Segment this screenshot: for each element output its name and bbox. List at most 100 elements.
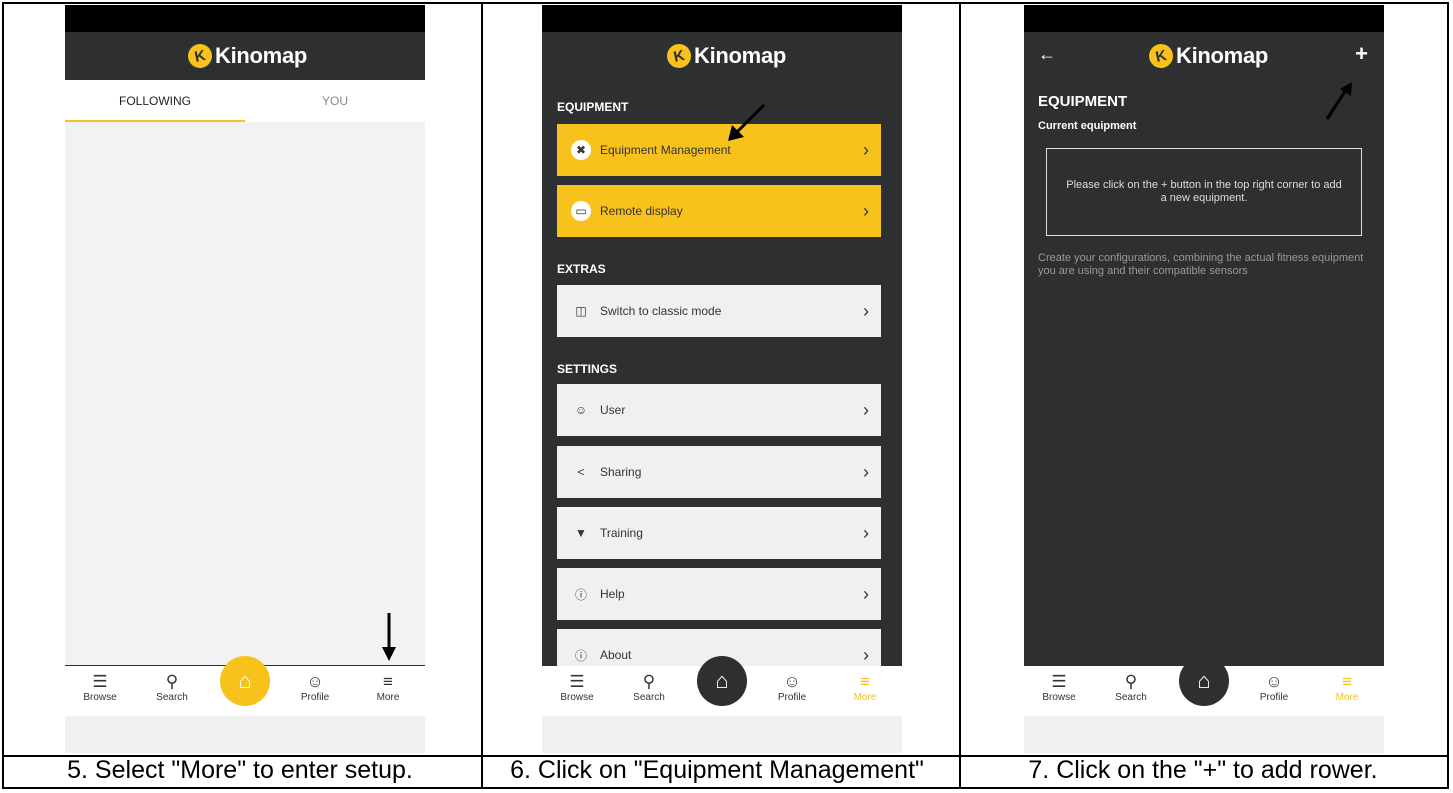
status-bar [1024, 5, 1384, 32]
menu-user[interactable]: ☺ User › [557, 384, 881, 436]
pointer-arrow [382, 613, 396, 661]
browse-icon: ☰ [1051, 672, 1067, 691]
home-icon: ⌂ [1197, 668, 1211, 693]
nav-browse[interactable]: ☰ Browse [1029, 672, 1089, 703]
nav-label: Browse [560, 692, 594, 703]
nav-label: More [1335, 692, 1359, 703]
divider [959, 4, 961, 787]
chevron-right-icon: › [863, 461, 869, 482]
menu-help[interactable]: ⓘ Help › [557, 568, 881, 620]
app-bar: K Kinomap [65, 32, 425, 80]
display-icon: ▭ [571, 201, 591, 221]
bottom-nav: ☰ Browse ⚲ Search ⌂ ☺ Profile ≡ More [1024, 656, 1384, 716]
menu-switch-classic[interactable]: ◫ Switch to classic mode › [557, 285, 881, 337]
browse-icon: ☰ [569, 672, 585, 691]
menu-training[interactable]: ▼ Training › [557, 507, 881, 559]
app-bar: K Kinomap [542, 32, 902, 80]
nav-label: Search [1115, 692, 1147, 703]
menu-remote-display[interactable]: ▭ Remote display › [557, 185, 881, 237]
chevron-right-icon: › [863, 583, 869, 604]
trophy-icon: ▼ [575, 526, 587, 540]
switch-icon: ◫ [575, 304, 587, 318]
logo-k-icon: K [1146, 41, 1176, 71]
status-bar [65, 5, 425, 32]
menu-icon: ≡ [1342, 672, 1352, 691]
search-icon: ⚲ [642, 672, 656, 691]
nav-browse[interactable]: ☰ Browse [547, 672, 607, 703]
info-icon: ⓘ [574, 648, 587, 663]
nav-search[interactable]: ⚲ Search [142, 672, 202, 703]
menu-icon: ≡ [383, 672, 393, 691]
home-button[interactable]: ⌂ [697, 656, 747, 706]
page-title: EQUIPMENT [1038, 93, 1128, 110]
user-icon: ☺ [574, 403, 588, 417]
nav-more[interactable]: ≡ More [358, 672, 418, 703]
feed-tabs: FOLLOWING YOU [65, 80, 425, 122]
system-bar [65, 716, 425, 753]
phone-screen-following: K Kinomap FOLLOWING YOU ☰ Browse ⚲ Searc… [65, 5, 425, 753]
bottom-nav: ☰ Browse ⚲ Search ⌂ ☺ Profile ≡ More [542, 656, 902, 716]
help-icon: ⓘ [574, 587, 587, 602]
home-button[interactable]: ⌂ [220, 656, 270, 706]
home-icon: ⌂ [238, 668, 252, 693]
nav-label: Search [633, 692, 665, 703]
profile-icon: ☺ [306, 672, 324, 691]
home-button[interactable]: ⌂ [1179, 656, 1229, 706]
chevron-right-icon: › [863, 522, 869, 543]
chevron-right-icon: › [863, 399, 869, 420]
plus-icon[interactable]: + [1355, 41, 1368, 67]
home-icon: ⌂ [715, 668, 729, 693]
profile-icon: ☺ [1265, 672, 1283, 691]
section-subtitle: Current equipment [1038, 120, 1137, 132]
nav-profile[interactable]: ☺ Profile [285, 672, 345, 703]
phone-screen-more-menu: K Kinomap EQUIPMENT ✖ Equipment Manageme… [542, 5, 902, 753]
caption-step-7: 7. Click on the "+" to add rower. [1028, 756, 1378, 784]
menu-label: User [600, 403, 626, 417]
logo-k-icon: K [664, 41, 694, 71]
browse-icon: ☰ [92, 672, 108, 691]
back-arrow-icon[interactable]: ← [1038, 44, 1056, 65]
section-equipment: EQUIPMENT [557, 100, 629, 114]
section-settings: SETTINGS [557, 362, 618, 376]
menu-label: Training [600, 526, 643, 540]
nav-label: Browse [83, 692, 117, 703]
nav-label: More [376, 692, 400, 703]
phone-screen-equipment: ← K Kinomap + EQUIPMENT Current equipmen… [1024, 5, 1384, 753]
nav-label: More [853, 692, 877, 703]
section-extras: EXTRAS [557, 262, 606, 276]
search-icon: ⚲ [165, 672, 179, 691]
menu-icon: ≡ [860, 672, 870, 691]
app-bar: ← K Kinomap + [1024, 32, 1384, 80]
nav-more[interactable]: ≡ More [1317, 672, 1377, 703]
tools-icon: ✖ [571, 140, 591, 160]
menu-label: Sharing [600, 465, 642, 479]
system-bar [542, 716, 902, 753]
profile-icon: ☺ [783, 672, 801, 691]
empty-equipment-box: Please click on the + button in the top … [1046, 148, 1362, 236]
caption-step-5: 5. Select "More" to enter setup. [67, 756, 413, 784]
nav-profile[interactable]: ☺ Profile [1244, 672, 1304, 703]
nav-profile[interactable]: ☺ Profile [762, 672, 822, 703]
menu-equipment-management[interactable]: ✖ Equipment Management › [557, 124, 881, 176]
status-bar [542, 5, 902, 32]
pointer-arrow [728, 103, 766, 141]
system-bar [1024, 716, 1384, 753]
nav-more[interactable]: ≡ More [835, 672, 895, 703]
menu-label: Remote display [600, 204, 683, 218]
divider [481, 4, 483, 787]
search-icon: ⚲ [1124, 672, 1138, 691]
caption-step-6: 6. Click on "Equipment Management" [510, 756, 924, 784]
nav-browse[interactable]: ☰ Browse [70, 672, 130, 703]
tab-you[interactable]: YOU [245, 80, 425, 122]
chevron-right-icon: › [863, 300, 869, 321]
menu-label: Equipment Management [600, 143, 731, 157]
menu-sharing[interactable]: < Sharing › [557, 446, 881, 498]
nav-search[interactable]: ⚲ Search [1101, 672, 1161, 703]
equipment-description: Create your configurations, combining th… [1038, 252, 1364, 277]
kinomap-logo: K Kinomap [1146, 41, 1268, 71]
share-icon: < [577, 465, 585, 479]
logo-text: Kinomap [694, 43, 787, 68]
nav-search[interactable]: ⚲ Search [619, 672, 679, 703]
tab-following[interactable]: FOLLOWING [65, 80, 245, 122]
empty-message: Please click on the + button in the top … [1066, 179, 1342, 204]
